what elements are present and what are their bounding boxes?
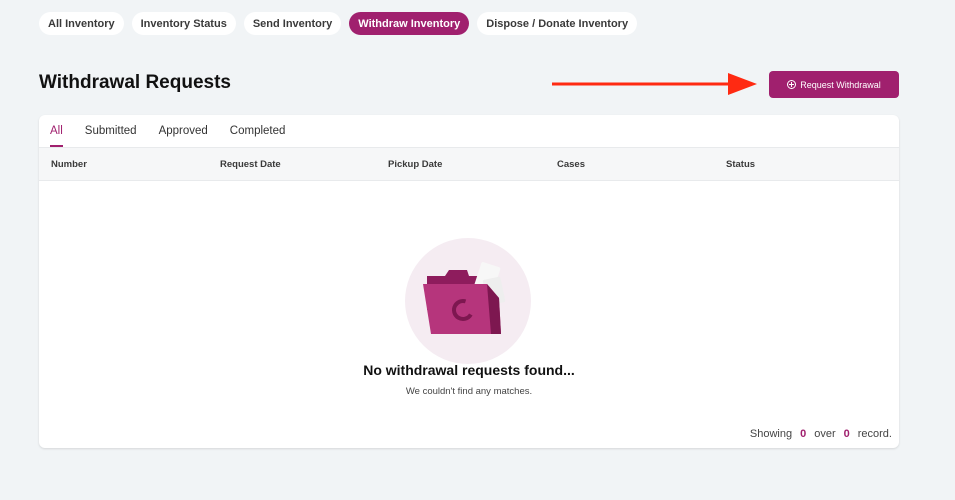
tab-inventory-status[interactable]: Inventory Status xyxy=(131,12,236,35)
empty-state-subtitle: We couldn't find any matches. xyxy=(405,386,533,397)
request-withdrawal-label: Request Withdrawal xyxy=(800,79,881,90)
top-nav-tabs: All Inventory Inventory Status Send Inve… xyxy=(39,12,638,35)
plus-circle-icon xyxy=(787,80,797,89)
request-withdrawal-button[interactable]: Request Withdrawal xyxy=(769,71,899,98)
empty-folder-icon xyxy=(405,238,531,364)
showing-label: Showing xyxy=(749,428,793,440)
filter-tabs: All Submitted Approved Completed xyxy=(50,115,285,147)
record-count: Showing 0 over 0 record. xyxy=(750,428,892,440)
tab-withdraw-inventory[interactable]: Withdraw Inventory xyxy=(349,12,470,35)
withdrawal-requests-card: All Submitted Approved Completed Number … xyxy=(39,115,899,448)
column-header-pickup-date[interactable]: Pickup Date xyxy=(388,148,442,180)
column-header-status[interactable]: Status xyxy=(726,148,755,180)
tab-all-inventory[interactable]: All Inventory xyxy=(39,12,124,35)
shown-count: 0 xyxy=(800,428,807,440)
over-label: over xyxy=(814,428,836,440)
annotation-arrow-icon xyxy=(552,73,757,95)
page-title: Withdrawal Requests xyxy=(39,72,231,93)
filter-tab-completed[interactable]: Completed xyxy=(230,115,286,147)
column-header-cases[interactable]: Cases xyxy=(557,148,585,180)
filter-tab-submitted[interactable]: Submitted xyxy=(85,115,137,147)
column-header-request-date[interactable]: Request Date xyxy=(220,148,281,180)
total-count: 0 xyxy=(843,428,850,440)
filter-tab-all[interactable]: All xyxy=(50,115,63,147)
tab-dispose-donate-inventory[interactable]: Dispose / Donate Inventory xyxy=(477,12,638,35)
table-header: Number Request Date Pickup Date Cases St… xyxy=(39,147,899,181)
tab-send-inventory[interactable]: Send Inventory xyxy=(243,12,342,35)
record-label: record. xyxy=(857,428,892,440)
filter-tab-approved[interactable]: Approved xyxy=(159,115,208,147)
empty-state-title: No withdrawal requests found... xyxy=(363,362,575,378)
column-header-number[interactable]: Number xyxy=(51,148,87,180)
